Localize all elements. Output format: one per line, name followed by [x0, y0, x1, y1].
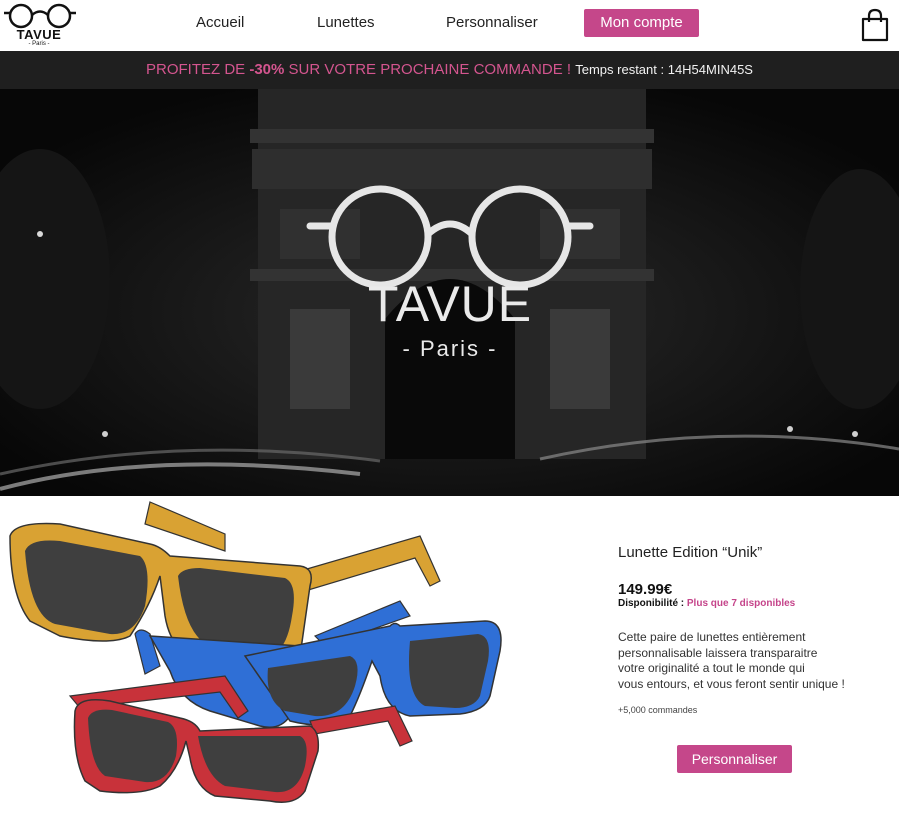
nav-lunettes[interactable]: Lunettes [317, 12, 375, 34]
product-description: Cette paire de lunettes entièrement pers… [618, 630, 868, 692]
description-line: personnalisable laissera transparaitre [618, 645, 818, 660]
product-title: Lunette Edition “Unik” [618, 544, 763, 561]
availability-label: Disponibilité : [618, 598, 687, 609]
site-header: TAVUE - Paris - Accueil Lunettes Personn… [0, 0, 899, 51]
description-line: votre originalité a tout le monde qui [618, 661, 805, 675]
product-availability: Disponibilité : Plus que 7 disponibles [618, 598, 795, 609]
promo-discount: -30% [249, 61, 285, 78]
description-line: vous entours, et vous feront sentir uniq… [618, 676, 845, 691]
nav-accueil[interactable]: Accueil [196, 12, 244, 34]
glasses-icon [4, 3, 76, 29]
order-count: +5,000 commandes [618, 705, 698, 715]
logo-text: TAVUE [16, 27, 62, 42]
promo-text-end: SUR VOTRE PROCHAINE COMMANDE ! [284, 61, 576, 78]
nav-personnaliser[interactable]: Personnaliser [446, 12, 538, 34]
site-logo[interactable]: TAVUE - Paris - [4, 3, 76, 47]
hero-subtitle: - Paris - [402, 336, 498, 361]
product-price: 149.99€ [618, 581, 673, 598]
account-button[interactable]: Mon compte [584, 9, 699, 37]
hero-banner: TAVUE - Paris - [0, 89, 899, 496]
product-image [0, 496, 520, 825]
promo-text: PROFITEZ DE [146, 61, 250, 78]
description-line: Cette paire de lunettes entièrement [618, 630, 806, 644]
hero-brand: TAVUE [367, 276, 533, 332]
promo-banner: PROFITEZ DE -30% SUR VOTRE PROCHAINE COM… [0, 51, 899, 89]
personnaliser-button[interactable]: Personnaliser [677, 745, 792, 773]
availability-value: Plus que 7 disponibles [686, 598, 796, 609]
shopping-bag-icon[interactable] [860, 8, 890, 42]
logo-subtext: - Paris - [28, 41, 50, 47]
promo-timer: Temps restant : 14H54MIN45S [575, 62, 753, 77]
